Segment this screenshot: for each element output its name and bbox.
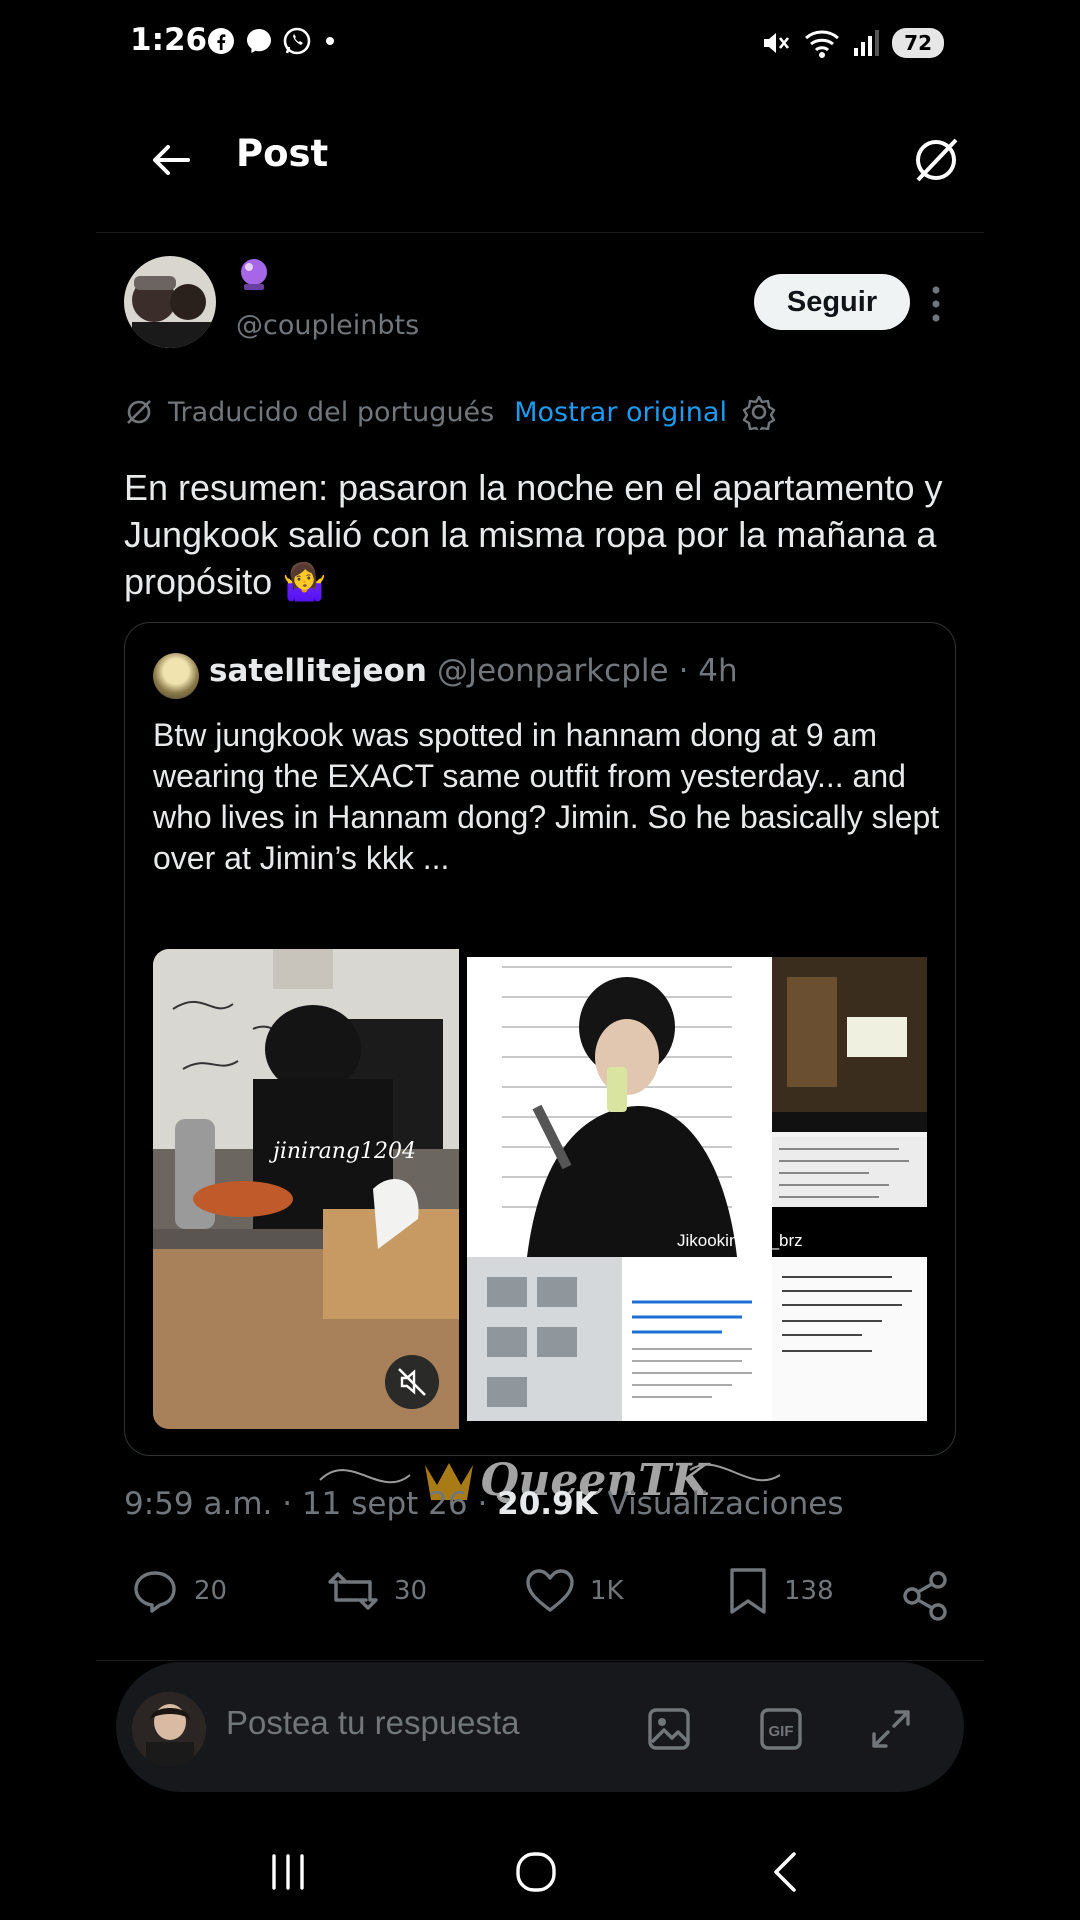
status-bar: 1:26 72	[0, 0, 1080, 90]
home-icon[interactable]	[506, 1842, 566, 1902]
status-system-icons: 72	[758, 26, 944, 60]
header-divider	[96, 232, 984, 233]
bookmark-action[interactable]: 138	[726, 1566, 834, 1616]
views-count: 20.9K	[497, 1486, 598, 1522]
quoted-image-collage[interactable]: Jikookinlove_brz	[467, 957, 927, 1421]
wifi-icon	[805, 30, 840, 58]
reply-count: 20	[194, 1576, 228, 1606]
quoted-post-card[interactable]: satellitejeon @Jeonparkcple · 4h Btw jun…	[124, 622, 956, 1456]
quoted-video-thumbnail[interactable]: jinirang1204	[153, 949, 459, 1429]
show-original-link[interactable]: Mostrar original	[514, 397, 727, 428]
crystal-ball-icon	[241, 259, 267, 290]
mute-icon	[764, 33, 790, 53]
quoted-author-avatar	[153, 653, 199, 699]
share-icon[interactable]	[900, 1570, 952, 1622]
bookmark-count: 138	[784, 1576, 834, 1606]
quoted-post-header: satellitejeon @Jeonparkcple · 4h	[209, 653, 738, 689]
image-upload-icon[interactable]	[646, 1706, 692, 1752]
actions-divider	[96, 1660, 984, 1661]
translation-label: Traducido del portugués	[168, 396, 495, 428]
author-avatar[interactable]	[124, 256, 216, 348]
translation-row: Traducido del portugués Mostrar original	[124, 394, 777, 430]
repost-action[interactable]: 30	[326, 1566, 427, 1616]
author-handle[interactable]: @coupleinbts	[236, 310, 419, 341]
more-options-icon[interactable]	[924, 282, 948, 326]
reply-input[interactable]	[226, 1704, 626, 1742]
translate-grok-icon	[127, 400, 151, 424]
svg-text:GIF: GIF	[769, 1723, 794, 1740]
battery-indicator: 72	[892, 28, 944, 58]
messenger-icon	[247, 29, 271, 53]
quoted-author-name: satellitejeon	[209, 653, 427, 689]
back-nav-icon[interactable]	[756, 1842, 816, 1902]
post-text: En resumen: pasaron la noche en el apart…	[124, 467, 943, 602]
status-notification-icons	[206, 26, 340, 56]
media-watermark-text: jinirang1204	[273, 1139, 416, 1164]
bookmark-icon	[730, 1568, 766, 1614]
top-app-bar: Post	[96, 110, 984, 230]
collage-watermark-text: Jikookinlove_brz	[677, 1231, 803, 1250]
settings-gear-icon[interactable]	[741, 394, 777, 430]
follow-button[interactable]: Seguir	[754, 274, 910, 330]
repost-count: 30	[394, 1576, 428, 1606]
reply-icon	[134, 1571, 176, 1613]
grok-icon[interactable]	[908, 132, 964, 188]
reply-composer[interactable]: GIF	[116, 1662, 964, 1792]
page-title: Post	[236, 132, 329, 175]
post-time: 9:59 a.m.	[124, 1486, 273, 1522]
back-arrow-icon[interactable]	[146, 135, 196, 185]
quoted-post-time: · 4h	[678, 653, 738, 689]
views-label: Visualizaciones	[607, 1486, 844, 1522]
repost-icon	[328, 1572, 378, 1610]
facebook-icon	[208, 28, 234, 54]
heart-icon	[526, 1569, 574, 1612]
post-date: · 11 sept 26 ·	[282, 1486, 488, 1522]
recent-apps-icon[interactable]	[258, 1842, 318, 1902]
quoted-author-handle: @Jeonparkcple	[436, 653, 669, 689]
expand-icon[interactable]	[868, 1706, 914, 1752]
post-metadata: 9:59 a.m. · 11 sept 26 · 20.9K Visualiza…	[124, 1486, 843, 1522]
gif-icon[interactable]: GIF	[758, 1706, 804, 1752]
quoted-post-text: Btw jungkook was spotted in hannam dong …	[153, 717, 940, 876]
dot-icon	[326, 37, 334, 45]
signal-icon	[854, 30, 880, 56]
system-navigation-bar	[0, 1820, 1080, 1920]
video-mute-icon[interactable]	[385, 1355, 439, 1409]
reply-action[interactable]: 20	[130, 1566, 227, 1616]
current-user-avatar	[132, 1692, 206, 1766]
whatsapp-icon	[283, 27, 311, 55]
like-count: 1K	[590, 1576, 624, 1606]
status-time: 1:26	[130, 22, 208, 58]
like-action[interactable]: 1K	[524, 1566, 624, 1616]
